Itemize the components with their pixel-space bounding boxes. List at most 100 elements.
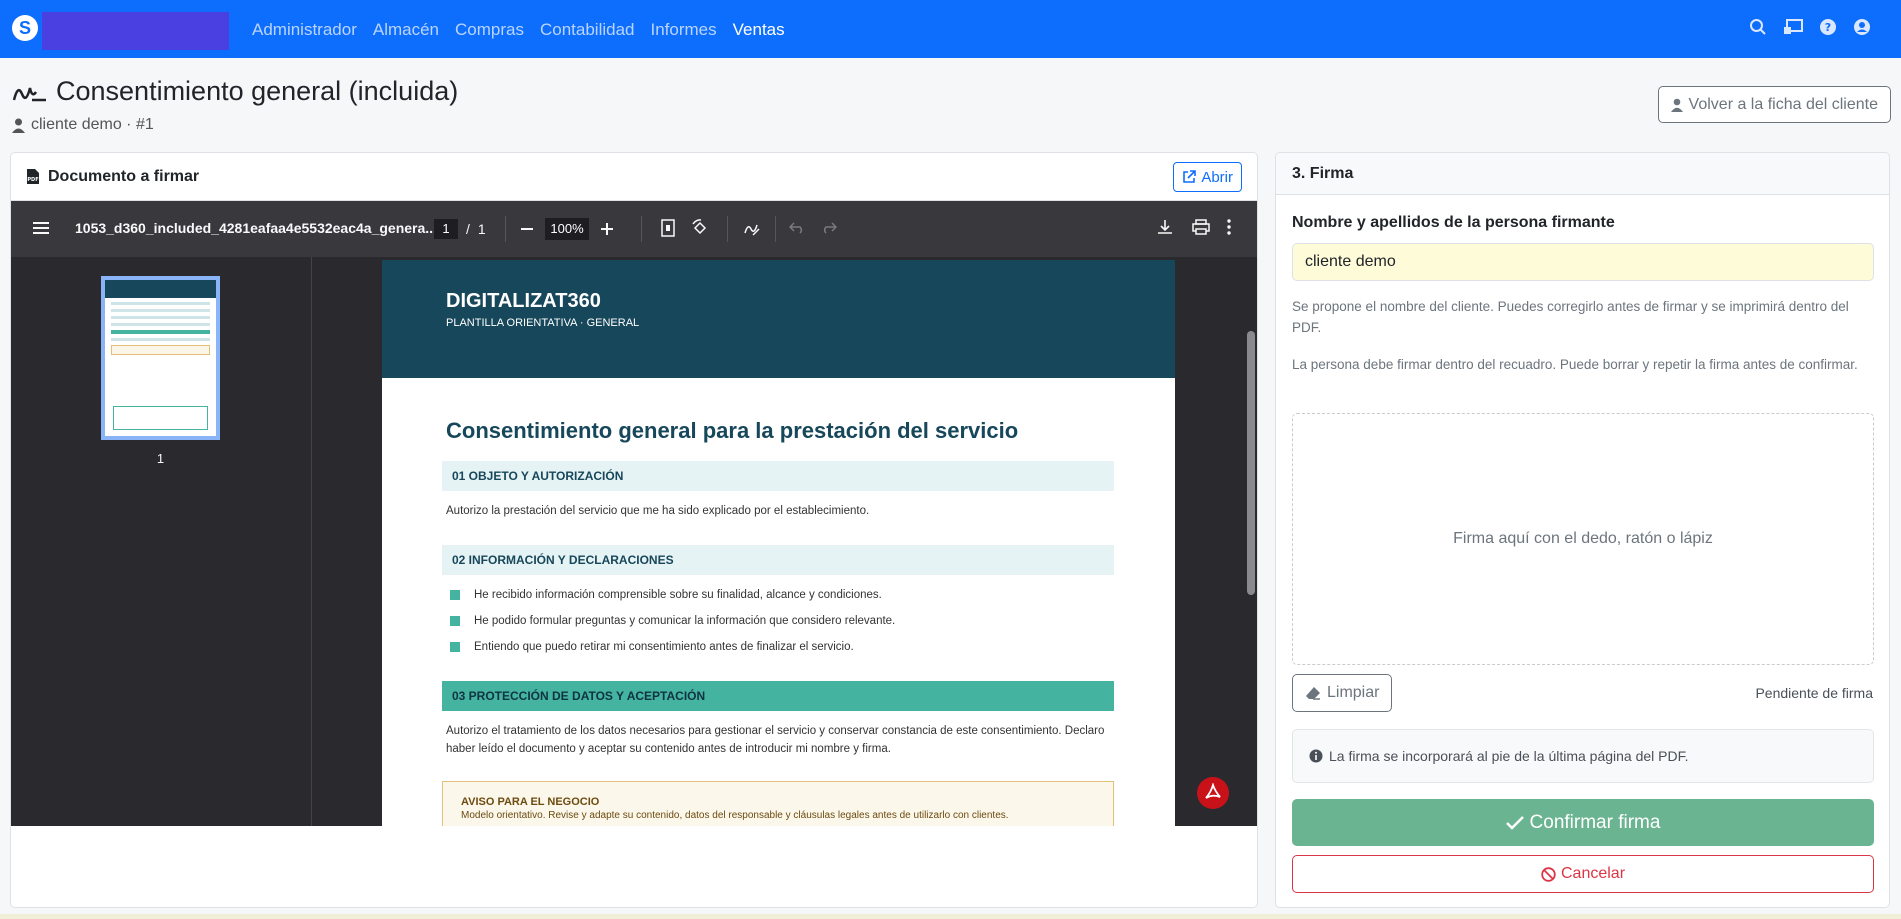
download-icon[interactable] [1157,219,1173,235]
page-fit-icon[interactable] [661,219,675,237]
navbar-icons: ? [1749,18,1871,36]
zoom-level[interactable]: 100% [545,218,589,240]
pdf-bullet: Entiendo que puedo retirar mi consentimi… [450,641,854,653]
document-card-title: Documento a firmar [48,167,200,185]
logo-glyph: S [18,18,31,38]
signature-card-header: 3. Firma [1276,153,1889,195]
back-button-label: Volver a la ficha del cliente [1688,95,1878,113]
cancel-button[interactable]: Cancelar [1292,855,1874,893]
pdf-section-2: 02 INFORMACIÓN Y DECLARACIONES [442,545,1114,575]
pdf-file-icon: PDF [27,169,39,184]
zoom-in-icon[interactable] [601,223,613,235]
toolbar-separator [727,216,728,242]
pdf-section-3: 03 PROTECCIÓN DE DATOS Y ACEPTACIÓN [442,681,1114,711]
cancel-button-label: Cancelar [1560,865,1626,882]
pdf-bullet-text: He recibido información comprensible sob… [474,589,882,601]
signature-card: 3. Firma Nombre y apellidos de la person… [1275,152,1890,908]
company-selector[interactable] [42,12,229,50]
document-card: PDF Documento a firmar Abrir 1053_d360_i… [10,152,1258,908]
more-options-icon[interactable] [1227,219,1231,235]
pdf-scrollbar-thumb[interactable] [1247,331,1255,595]
draw-icon[interactable] [743,219,761,237]
menu-item-informes[interactable]: Informes [651,20,717,40]
pdf-bullet-text: He podido formular preguntas y comunicar… [474,615,896,627]
bullet-square-icon [450,642,460,652]
user-icon [1670,98,1683,112]
pdf-scrollbar[interactable] [1247,319,1255,826]
menu-item-compras[interactable]: Compras [455,20,524,40]
svg-text:PDF: PDF [27,177,38,183]
page-subtitle: cliente demo · #1 [12,116,154,134]
info-alert: La firma se incorporará al pie de la últ… [1292,729,1874,783]
user-icon [12,118,25,133]
svg-text:?: ? [1825,21,1831,34]
undo-icon[interactable] [789,219,805,235]
clear-button-label: Limpiar [1327,684,1380,701]
external-link-icon [1183,170,1197,183]
app-logo[interactable]: S [12,15,38,41]
acrobat-glyph-icon [1205,783,1221,799]
confirm-signature-button[interactable]: Confirmar firma [1292,799,1874,846]
clear-signature-button[interactable]: Limpiar [1292,674,1393,712]
sidebar-toggle-icon[interactable] [33,221,49,235]
ban-icon [1541,866,1556,882]
open-document-button[interactable]: Abrir [1173,162,1242,192]
page-number-input[interactable]: 1 [434,219,458,239]
pdf-section-3-text: Autorizo el tratamiento de los datos nec… [446,725,1105,755]
help-icon[interactable]: ? [1819,18,1837,36]
info-alert-text: La firma se incorporará al pie de la últ… [1329,748,1689,764]
pdf-filename: 1053_d360_included_4281eafaa4e5532eac4a_… [75,220,437,236]
menu-item-administrador[interactable]: Administrador [252,20,357,40]
main-menu: Administrador Almacén Compras Contabilid… [252,20,785,40]
page-navigator: 1 / 1 [434,219,486,239]
signer-name-help: Se propone el nombre del cliente. Puedes… [1292,299,1849,335]
pdf-brand-subtitle: PLANTILLA ORIENTATIVA · GENERAL [446,317,640,329]
signer-name-input[interactable] [1292,243,1874,281]
menu-item-ventas[interactable]: Ventas [733,20,785,40]
pdf-title: Consentimiento general para la prestació… [446,418,1019,443]
pdf-section-1: 01 OBJETO Y AUTORIZACIÓN [442,461,1114,491]
bullet-square-icon [450,616,460,626]
pdf-bullet: He recibido información comprensible sob… [450,589,882,601]
page-title: Consentimiento general (incluida) [12,76,458,107]
open-button-label: Abrir [1201,168,1233,186]
pdf-bullet: He podido formular preguntas y comunicar… [450,615,895,627]
pdf-page-area: DIGITALIZAT360 PLANTILLA ORIENTATIVA · G… [313,257,1257,826]
screen-share-icon[interactable] [1783,18,1803,36]
print-icon[interactable] [1192,219,1210,235]
toolbar-separator [775,216,776,242]
bottom-strip [0,914,1901,919]
document-card-header: PDF Documento a firmar Abrir [11,153,1257,201]
pdf-header-band: DIGITALIZAT360 PLANTILLA ORIENTATIVA · G… [382,260,1175,378]
eraser-icon [1306,687,1320,700]
menu-item-almacen[interactable]: Almacén [373,20,439,40]
thumbnail-page-number: 1 [156,451,165,466]
info-icon [1309,749,1323,763]
signature-pad[interactable]: Firma aquí con el dedo, ratón o lápiz [1292,413,1874,665]
page-total: 1 [477,221,486,237]
top-navbar: S Administrador Almacén Compras Contabil… [0,0,1901,58]
confirm-button-label: Confirmar firma [1529,811,1661,833]
signature-card-title: 3. Firma [1292,164,1354,182]
pdf-warning-text: Modelo orientativo. Revise y adapte su c… [461,810,1009,821]
redo-icon[interactable] [821,219,837,235]
pdf-viewer: 1053_d360_included_4281eafaa4e5532eac4a_… [11,201,1257,826]
pdf-page: DIGITALIZAT360 PLANTILLA ORIENTATIVA · G… [382,260,1175,826]
pdf-bullet-text: Entiendo que puedo retirar mi consentimi… [474,641,854,653]
signer-name-label: Nombre y apellidos de la persona firmant… [1292,214,1615,231]
customer-ref: cliente demo · #1 [31,116,154,133]
thumbnail-sidebar: 1 [11,257,312,826]
zoom-out-icon[interactable] [521,223,533,235]
menu-item-contabilidad[interactable]: Contabilidad [540,20,635,40]
search-icon[interactable] [1749,18,1767,36]
signature-instructions: La persona debe firmar dentro del recuad… [1292,357,1858,372]
acrobat-icon[interactable] [1197,777,1229,809]
back-to-customer-button[interactable]: Volver a la ficha del cliente [1657,86,1891,123]
signature-icon [12,87,46,101]
page-thumbnail[interactable] [101,276,220,440]
rotate-icon[interactable] [691,219,709,237]
toolbar-separator [505,216,506,242]
user-icon[interactable] [1853,18,1871,36]
page-title-text: Consentimiento general (incluida) [56,76,459,106]
page-separator: / [466,221,470,237]
